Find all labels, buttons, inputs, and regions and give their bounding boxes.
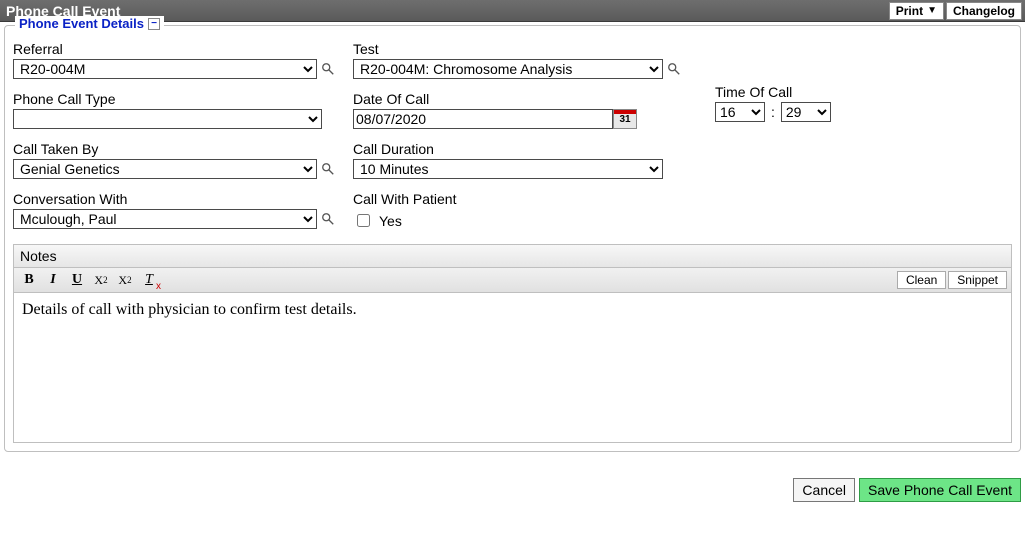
date-of-call-label: Date Of Call	[353, 91, 697, 107]
footer-bar: Cancel Save Phone Call Event	[0, 472, 1025, 508]
date-of-call-input[interactable]	[353, 109, 613, 129]
call-duration-select[interactable]: 10 Minutes	[353, 159, 663, 179]
time-hour-select[interactable]: 16	[715, 102, 765, 122]
changelog-label: Changelog	[953, 4, 1015, 18]
call-taken-by-select[interactable]: Genial Genetics	[13, 159, 317, 179]
italic-button[interactable]: I	[42, 270, 64, 290]
snippet-button[interactable]: Snippet	[948, 271, 1007, 289]
clear-formatting-button[interactable]: Tx	[138, 270, 160, 290]
calendar-day: 31	[619, 114, 630, 125]
changelog-button[interactable]: Changelog	[946, 2, 1022, 20]
calendar-icon[interactable]: 31	[613, 109, 637, 129]
conversation-with-select[interactable]: Mculough, Paul	[13, 209, 317, 229]
conversation-with-label: Conversation With	[13, 191, 335, 207]
save-button[interactable]: Save Phone Call Event	[859, 478, 1021, 502]
test-select[interactable]: R20-004M: Chromosome Analysis	[353, 59, 663, 79]
clean-button[interactable]: Clean	[897, 271, 946, 289]
underline-button[interactable]: U	[66, 270, 88, 290]
call-with-patient-checkbox[interactable]	[357, 214, 370, 227]
search-icon[interactable]	[321, 162, 335, 176]
call-taken-by-label: Call Taken By	[13, 141, 335, 157]
search-icon[interactable]	[321, 62, 335, 76]
fieldset-title: Phone Event Details	[19, 16, 144, 31]
collapse-toggle-button[interactable]: −	[148, 18, 160, 30]
time-of-call-label: Time Of Call	[715, 84, 1012, 100]
print-label: Print	[896, 4, 923, 18]
cancel-button[interactable]: Cancel	[793, 478, 855, 502]
notes-editor[interactable]: Details of call with physician to confir…	[13, 293, 1012, 443]
referral-select[interactable]: R20-004M	[13, 59, 317, 79]
print-button[interactable]: Print ▼	[889, 2, 944, 20]
search-icon[interactable]	[321, 212, 335, 226]
subscript-button[interactable]: X2	[90, 270, 112, 290]
notes-header: Notes	[13, 244, 1012, 267]
fieldset-legend: Phone Event Details −	[15, 16, 164, 31]
phone-call-type-select[interactable]	[13, 109, 322, 129]
time-separator: :	[771, 104, 775, 120]
editor-toolbar: B I U X2 X2 Tx Clean Snippet	[13, 267, 1012, 293]
search-icon[interactable]	[667, 62, 681, 76]
test-label: Test	[353, 41, 697, 57]
dropdown-arrow-icon: ▼	[927, 5, 937, 16]
bold-button[interactable]: B	[18, 270, 40, 290]
call-with-patient-checkbox-label: Yes	[379, 213, 402, 229]
call-duration-label: Call Duration	[353, 141, 697, 157]
call-with-patient-label: Call With Patient	[353, 191, 697, 207]
phone-call-type-label: Phone Call Type	[13, 91, 335, 107]
superscript-button[interactable]: X2	[114, 270, 136, 290]
referral-label: Referral	[13, 41, 335, 57]
phone-event-details-fieldset: Phone Event Details − Referral R20-004M	[4, 25, 1021, 452]
time-minute-select[interactable]: 29	[781, 102, 831, 122]
